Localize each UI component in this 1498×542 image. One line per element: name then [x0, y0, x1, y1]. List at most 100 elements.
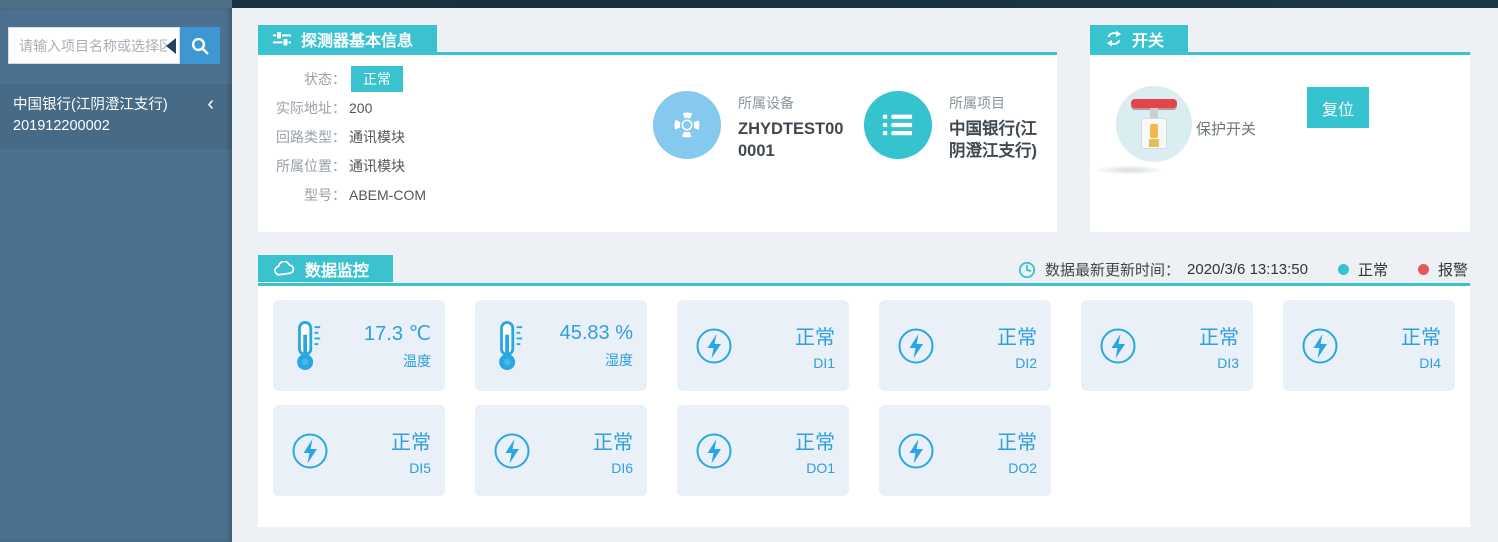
bolt-icon [1099, 327, 1137, 365]
lifebuoy-icon [653, 91, 721, 159]
project-name: 中国银行(江阴澄江支行) [13, 95, 191, 116]
detector-info-panel: 探测器基本信息 状态： 正常 实际地址： 200 回路类型： 通讯模块 所属位置… [258, 25, 1057, 232]
sensor-value: 45.83 % [560, 322, 633, 345]
sensor-label: DI1 [795, 355, 835, 371]
sensor-card: 正常 DO1 [677, 405, 849, 496]
thermometer-icon [493, 320, 525, 372]
sensor-cards-grid: 17.3 ℃ 温度 45.83 % 湿度 [258, 286, 1470, 510]
legend-dot-icon [1338, 264, 1349, 275]
detector-panel-title: 探测器基本信息 [301, 27, 413, 51]
project-sidebar: 中国银行(江阴澄江支行) 201912200002 ‹ [0, 8, 232, 542]
sensor-label: 温度 [364, 351, 431, 371]
top-strip-sidebar-cap [0, 0, 232, 8]
switch-panel-title: 开关 [1132, 27, 1164, 51]
clock-icon [1018, 261, 1036, 279]
sensor-readout: 正常 DI4 [1401, 321, 1441, 371]
sensor-value: 正常 [1401, 321, 1441, 350]
detector-panel-badge: 探测器基本信息 [258, 25, 437, 52]
sensor-readout: 正常 DI5 [391, 426, 431, 476]
sensor-readout: 正常 DO2 [997, 426, 1037, 476]
legend-dot-icon [1418, 264, 1429, 275]
detector-field-row: 型号： ABEM-COM [258, 184, 1057, 206]
detector-field-row: 状态： 正常 [258, 68, 1057, 90]
sensor-card: 正常 DI4 [1283, 300, 1455, 391]
legend-label: 正常 [1358, 259, 1388, 280]
bolt-icon [493, 432, 531, 470]
field-label: 所属位置： [258, 156, 346, 176]
updated-time-value: 2020/3/6 13:13:50 [1187, 261, 1308, 278]
legend-item: 正常 [1338, 259, 1388, 280]
sensor-readout: 正常 DI2 [997, 321, 1037, 371]
legend-label: 报警 [1438, 259, 1468, 280]
repeat-icon [1105, 30, 1123, 47]
sensor-label: DO1 [795, 460, 835, 476]
bolt-icon [695, 327, 733, 365]
switch-panel-badge: 开关 [1090, 25, 1188, 52]
collapse-chevron-icon[interactable]: ‹ [207, 95, 214, 137]
sensor-readout: 正常 DI6 [593, 426, 633, 476]
project-info-text: 所属项目 中国银行(江阴澄江支行) [949, 91, 1049, 162]
sensor-readout: 正常 DI1 [795, 321, 835, 371]
search-input[interactable] [8, 27, 180, 64]
sensor-readout: 正常 DI3 [1199, 321, 1239, 371]
project-search-row [8, 27, 220, 64]
search-button[interactable] [180, 27, 220, 64]
monitor-meta-row: 数据最新更新时间： 2020/3/6 13:13:50 正常 报警 [1018, 259, 1468, 280]
monitor-panel-body: 17.3 ℃ 温度 45.83 % 湿度 [258, 286, 1470, 527]
bolt-icon [1301, 327, 1339, 365]
data-monitor-panel: 数据监控 数据最新更新时间： 2020/3/6 13:13:50 正常 报警 [258, 255, 1470, 527]
field-value: 通讯模块 [349, 156, 405, 176]
sensor-label: DI2 [997, 355, 1037, 371]
reset-button[interactable]: 复位 [1307, 87, 1369, 128]
status-legend: 正常 报警 [1308, 259, 1468, 280]
field-value: 正常 [351, 66, 403, 92]
field-value: ABEM-COM [349, 187, 426, 203]
dropdown-caret-icon[interactable] [166, 38, 176, 54]
sidebar-item-project[interactable]: 中国银行(江阴澄江支行) 201912200002 ‹ [0, 84, 232, 149]
switch-icon-shadow [1093, 165, 1165, 175]
protection-switch-icon [1116, 86, 1192, 162]
sensor-card: 正常 DI1 [677, 300, 849, 391]
sensor-card: 正常 DI6 [475, 405, 647, 496]
updated-time-label: 数据最新更新时间： [1045, 259, 1180, 280]
protection-switch-label: 保护开关 [1196, 118, 1256, 139]
project-info-group: 所属项目 中国银行(江阴澄江支行) [864, 91, 1049, 162]
detector-panel-body: 状态： 正常 实际地址： 200 回路类型： 通讯模块 所属位置： 通讯模块 型… [258, 55, 1057, 232]
field-value: 200 [349, 100, 372, 116]
sensor-value: 正常 [997, 426, 1037, 455]
project-label: 所属项目 [949, 93, 1049, 113]
sensor-value: 17.3 ℃ [364, 321, 431, 346]
sensor-label: DI5 [391, 460, 431, 476]
sensor-card: 17.3 ℃ 温度 [273, 300, 445, 391]
device-value: ZHYDTEST000001 [738, 118, 844, 162]
bolt-icon [897, 432, 935, 470]
sliders-icon [273, 31, 292, 46]
field-label: 回路类型： [258, 127, 346, 147]
sensor-value: 正常 [795, 426, 835, 455]
project-code: 201912200002 [13, 116, 191, 137]
sensor-card: 正常 DI5 [273, 405, 445, 496]
device-info-text: 所属设备 ZHYDTEST000001 [738, 91, 844, 162]
detector-panel-header: 探测器基本信息 [258, 25, 1057, 52]
search-icon [190, 36, 210, 56]
monitor-panel-header: 数据监控 数据最新更新时间： 2020/3/6 13:13:50 正常 报警 [258, 255, 1470, 282]
sensor-readout: 正常 DO1 [795, 426, 835, 476]
switch-panel: 开关 保护开关 复位 [1090, 25, 1470, 232]
project-tree-label: 中国银行(江阴澄江支行) 201912200002 [13, 95, 191, 137]
project-value: 中国银行(江阴澄江支行) [949, 118, 1049, 162]
bolt-icon [897, 327, 935, 365]
device-info-group: 所属设备 ZHYDTEST000001 [653, 91, 844, 162]
sensor-value: 正常 [1199, 321, 1239, 350]
sensor-value: 正常 [593, 426, 633, 455]
sensor-card: 正常 DI2 [879, 300, 1051, 391]
field-label: 实际地址： [258, 98, 346, 118]
sensor-value: 正常 [391, 426, 431, 455]
field-label: 状态： [258, 69, 346, 89]
thermometer-icon [291, 320, 323, 372]
sensor-value: 正常 [795, 321, 835, 350]
sensor-card: 正常 DO2 [879, 405, 1051, 496]
sensor-card: 正常 DI3 [1081, 300, 1253, 391]
sensor-card: 45.83 % 湿度 [475, 300, 647, 391]
sensor-label: 湿度 [560, 350, 633, 370]
sensor-value: 正常 [997, 321, 1037, 350]
